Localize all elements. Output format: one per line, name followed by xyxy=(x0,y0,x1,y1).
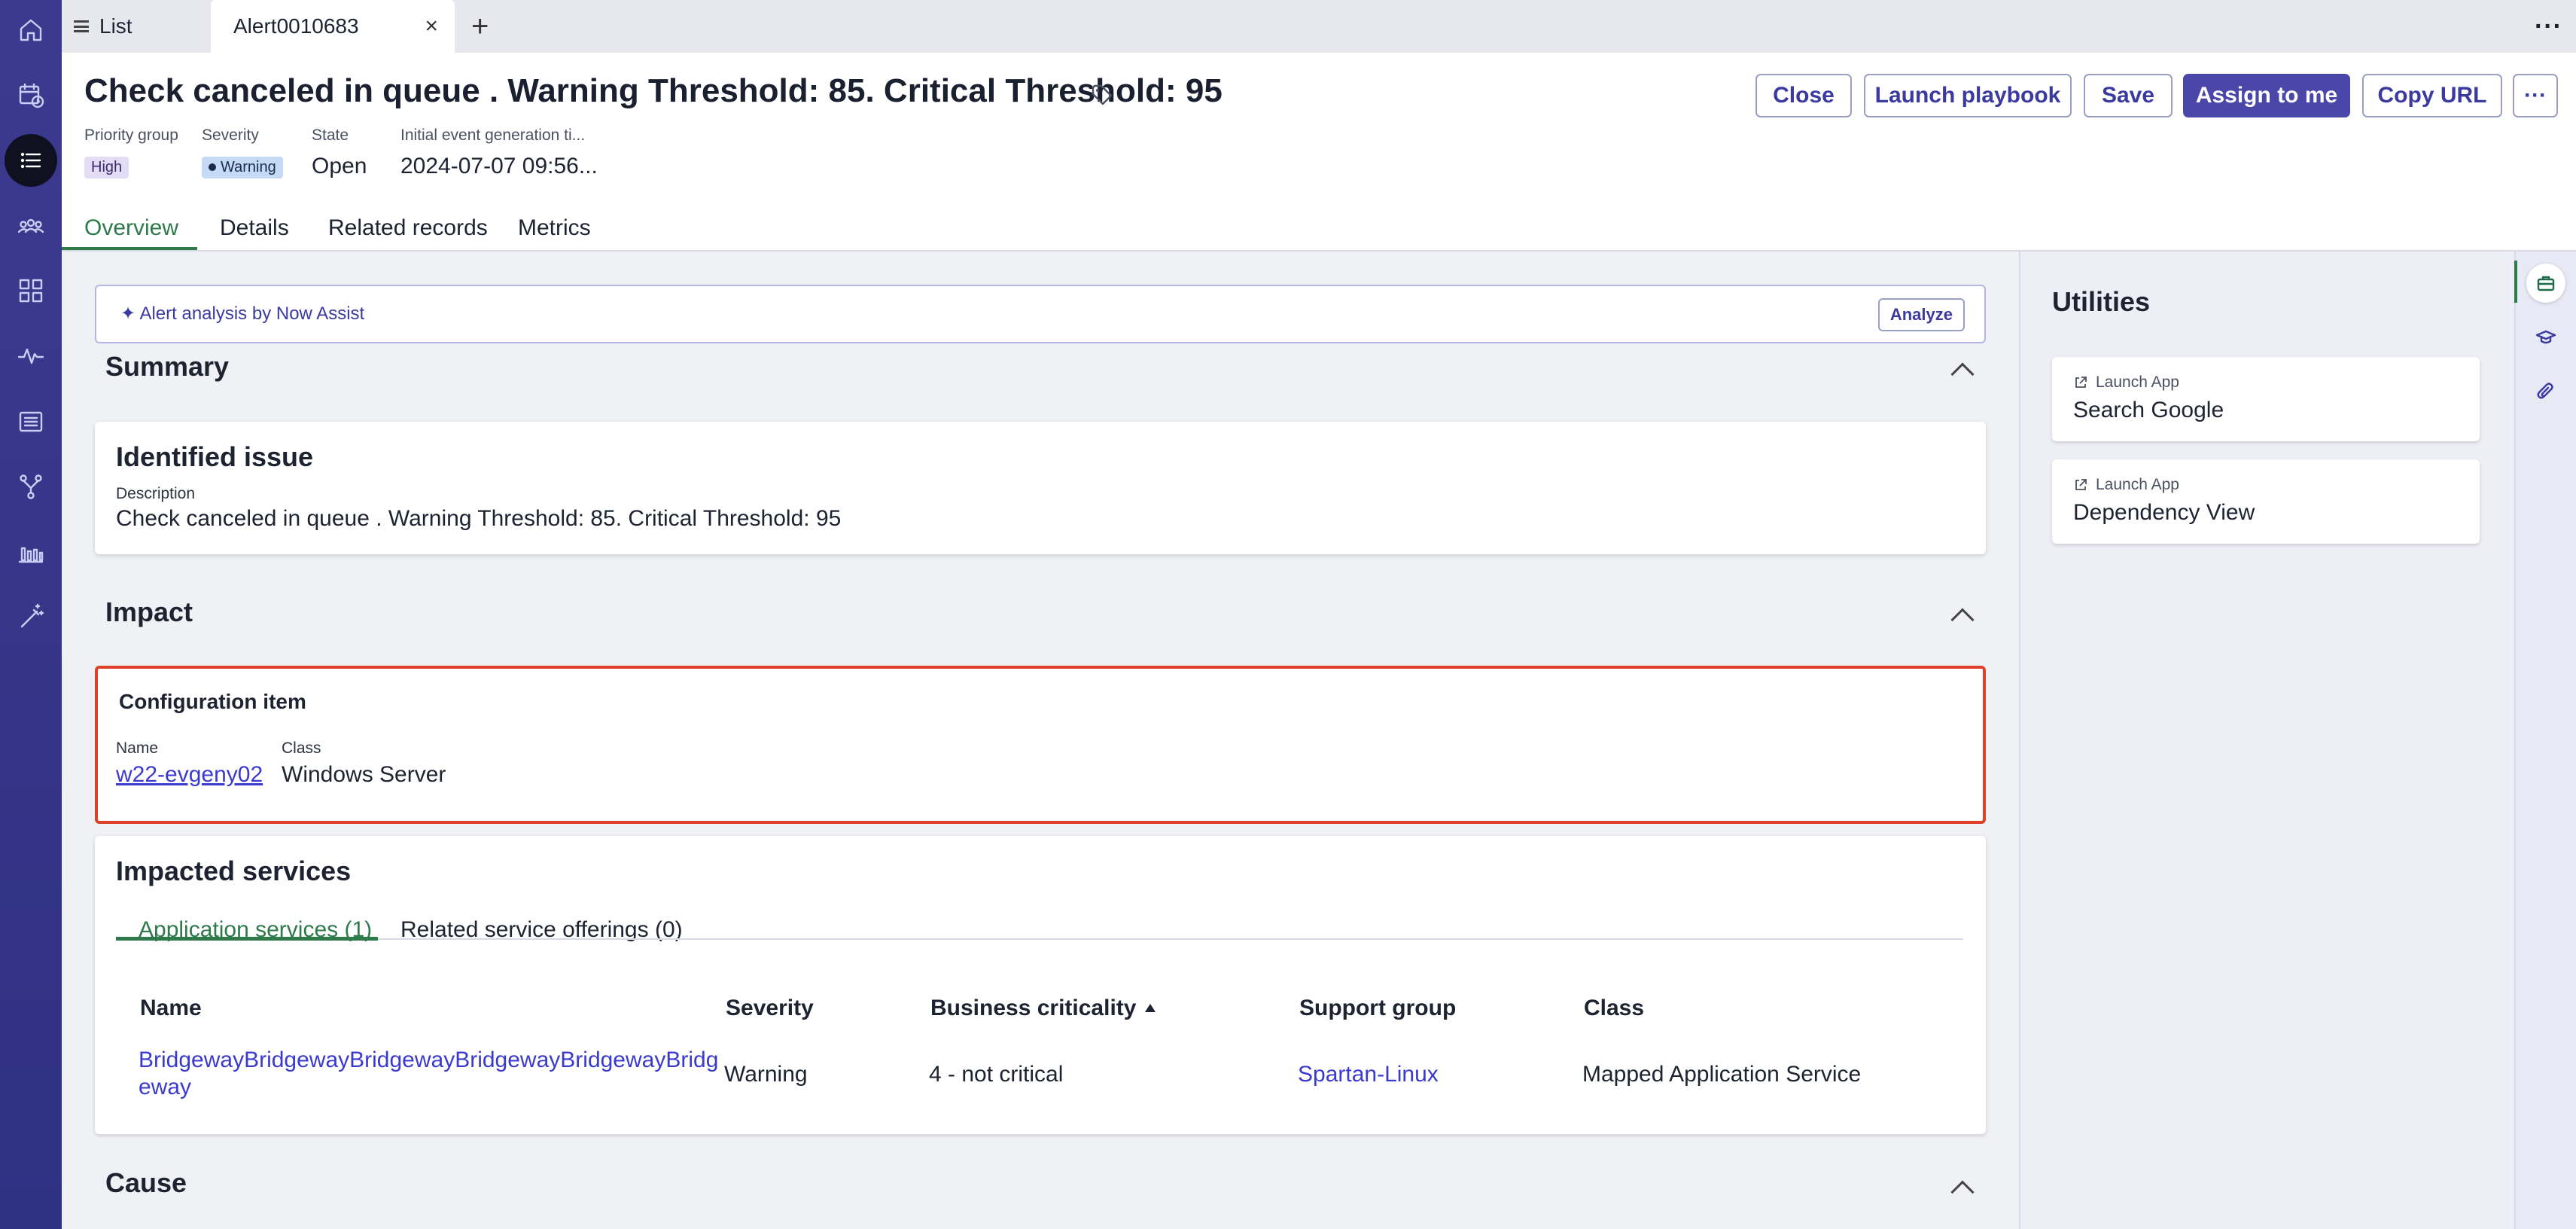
groups-icon[interactable] xyxy=(11,206,50,245)
ci-class-label: Class xyxy=(282,740,321,757)
toolbox-icon[interactable] xyxy=(2526,264,2565,303)
tab-list-label: List xyxy=(99,14,132,38)
now-assist-label: ✦ Alert analysis by Now Assist xyxy=(120,303,364,325)
calendar-clock-icon[interactable] xyxy=(11,75,50,114)
cause-section-title: Cause xyxy=(105,1167,187,1198)
inner-tabs-divider xyxy=(116,938,1963,940)
pulse-icon[interactable] xyxy=(11,336,50,375)
add-tab-button[interactable]: + xyxy=(471,0,489,53)
priority-badge: High xyxy=(84,157,129,178)
more-options-icon[interactable]: ··· xyxy=(2535,0,2562,53)
business-criticality-header-label: Business criticality xyxy=(930,996,1137,1020)
utility-search-google[interactable]: Launch App Search Google xyxy=(2052,357,2480,441)
summary-section-title: Summary xyxy=(105,351,230,382)
state-field: State Open xyxy=(312,127,367,179)
column-header-name[interactable]: Name xyxy=(140,996,202,1021)
column-header-support-group[interactable]: Support group xyxy=(1299,996,1456,1021)
service-name-line-1: BridgewayBridgewayBridgewayBridgewayBrid… xyxy=(139,1048,719,1072)
dashboard-grid-icon[interactable] xyxy=(11,271,50,310)
magic-wand-icon[interactable] xyxy=(11,596,50,636)
service-class: Mapped Application Service xyxy=(1582,1062,1862,1087)
priority-group-label: Priority group xyxy=(84,127,178,144)
severity-badge-label: Warning xyxy=(221,159,276,175)
header-more-button[interactable]: ··· xyxy=(2513,74,2558,117)
column-header-class[interactable]: Class xyxy=(1584,996,1644,1021)
severity-field: Severity Warning xyxy=(202,127,283,178)
page-title: Check canceled in queue . Warning Thresh… xyxy=(84,72,1223,109)
configuration-item-card: Configuration item Name w22-evgeny02 Cla… xyxy=(95,666,1986,824)
tag-icon[interactable] xyxy=(1090,83,1114,107)
launch-playbook-button[interactable]: Launch playbook xyxy=(1864,74,2072,117)
branch-icon[interactable] xyxy=(11,467,50,506)
external-link-icon xyxy=(2075,479,2087,490)
state-value: Open xyxy=(312,154,367,178)
severity-dot-icon xyxy=(209,163,216,171)
sparkle-icon: ✦ xyxy=(120,303,140,324)
identified-issue-title: Identified issue xyxy=(116,441,314,472)
description-label: Description xyxy=(116,485,196,502)
ci-name-link[interactable]: w22-evgeny02 xyxy=(116,762,263,788)
service-name-link[interactable]: BridgewayBridgewayBridgewayBridgewayBrid… xyxy=(139,1047,718,1101)
tab-related-records[interactable]: Related records xyxy=(328,215,488,241)
assign-to-me-button[interactable]: Assign to me xyxy=(2183,74,2350,117)
list-lines-icon xyxy=(74,20,89,32)
list-icon[interactable] xyxy=(5,134,57,187)
tab-metrics[interactable]: Metrics xyxy=(518,215,591,241)
priority-group-field: Priority group High xyxy=(84,127,178,178)
external-link-icon xyxy=(2075,377,2087,388)
identified-issue-card: Identified issue Description Check cance… xyxy=(95,422,1986,554)
left-nav-rail xyxy=(0,0,62,1229)
utility-dependency-view[interactable]: Launch App Dependency View xyxy=(2052,459,2480,544)
tab-details[interactable]: Details xyxy=(220,215,289,241)
utility-name: Dependency View xyxy=(2073,500,2255,525)
service-severity: Warning xyxy=(724,1062,808,1087)
initial-event-value: 2024-07-07 09:56... xyxy=(400,154,598,178)
records-list-icon[interactable] xyxy=(11,402,50,441)
description-value: Check canceled in queue . Warning Thresh… xyxy=(116,506,842,531)
tab-overview[interactable]: Overview xyxy=(84,215,178,241)
impacted-services-title: Impacted services xyxy=(116,855,352,886)
severity-label: Severity xyxy=(202,127,259,144)
service-name-line-2: eway xyxy=(139,1075,192,1099)
support-group-link[interactable]: Spartan-Linux xyxy=(1298,1062,1439,1087)
tab-bar: List Alert0010683 × + ··· xyxy=(62,0,2576,53)
right-rail-active-indicator xyxy=(2514,261,2517,303)
tab-alert[interactable]: Alert0010683 × xyxy=(211,0,455,53)
column-header-business-criticality[interactable]: Business criticality xyxy=(930,996,1156,1021)
bar-chart-icon[interactable] xyxy=(11,532,50,571)
state-label: State xyxy=(312,127,349,144)
now-assist-banner: ✦ Alert analysis by Now Assist Analyze xyxy=(95,285,1986,343)
impacted-services-card: Impacted services Application services (… xyxy=(95,836,1986,1134)
graduation-cap-icon[interactable] xyxy=(2526,318,2565,357)
analyze-button[interactable]: Analyze xyxy=(1877,298,1965,331)
utilities-title: Utilities xyxy=(2052,286,2151,317)
service-business-criticality: 4 - not critical xyxy=(929,1062,1064,1087)
launch-app-text: Launch App xyxy=(2096,374,2179,391)
copy-url-button[interactable]: Copy URL xyxy=(2362,74,2502,117)
impact-section-title: Impact xyxy=(105,596,193,627)
initial-event-label: Initial event generation ti... xyxy=(400,127,586,144)
tab-list[interactable]: List xyxy=(74,0,132,53)
record-tabs: Overview Details Related records Metrics xyxy=(62,205,2019,252)
launch-app-label: Launch App xyxy=(2073,374,2179,392)
ci-class-value: Windows Server xyxy=(282,762,446,787)
launch-app-text: Launch App xyxy=(2096,476,2179,493)
home-icon[interactable] xyxy=(11,11,50,50)
sort-ascending-icon xyxy=(1145,1004,1156,1012)
utility-name: Search Google xyxy=(2073,398,2224,422)
initial-event-field: Initial event generation ti... 2024-07-0… xyxy=(400,127,598,179)
now-assist-text: Alert analysis by Now Assist xyxy=(139,303,365,324)
launch-app-label: Launch App xyxy=(2073,476,2179,494)
inner-tab-active-indicator xyxy=(116,937,378,941)
severity-badge: Warning xyxy=(202,157,283,178)
column-header-severity[interactable]: Severity xyxy=(726,996,814,1021)
paperclip-icon[interactable] xyxy=(2526,372,2565,411)
ci-name-label: Name xyxy=(116,740,159,757)
configuration-item-title: Configuration item xyxy=(119,690,306,713)
save-button[interactable]: Save xyxy=(2084,74,2173,117)
close-button[interactable]: Close xyxy=(1755,74,1852,117)
tab-alert-label: Alert0010683 xyxy=(233,14,359,38)
close-icon[interactable]: × xyxy=(425,15,438,38)
